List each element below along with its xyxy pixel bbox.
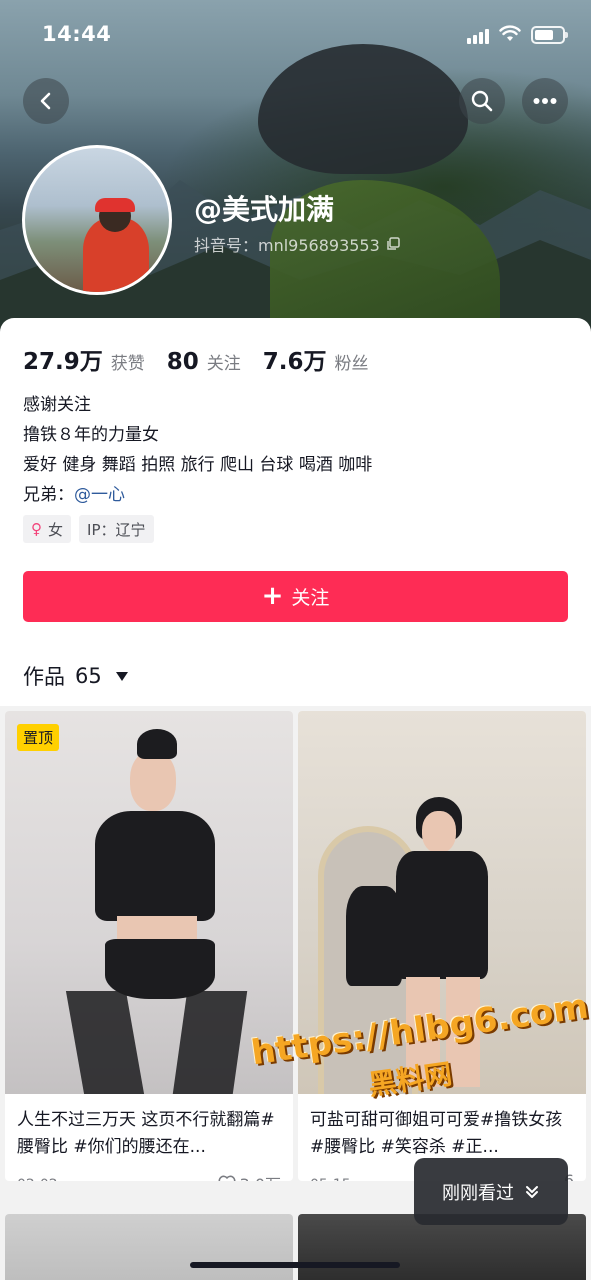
double-chevron-down-icon [526, 1185, 538, 1198]
cellular-signal-icon [467, 28, 491, 44]
battery-icon [531, 26, 568, 44]
pinned-badge: 置顶 [17, 724, 60, 751]
figure-face [422, 811, 456, 853]
video-thumbnail [5, 1214, 293, 1280]
profile-tags: ♀ 女 IP：辽宁 [23, 515, 154, 543]
mention-link[interactable]: @一心 [74, 485, 125, 505]
works-tab-label: 作品 [23, 665, 65, 689]
mirror-figure [346, 886, 402, 986]
follow-button[interactable]: + 关注 [23, 571, 568, 622]
heart-icon [218, 1175, 235, 1181]
wifi-icon [499, 25, 521, 41]
tab-works[interactable]: 作品 65 [23, 661, 128, 691]
avatar-person-cap [95, 198, 135, 212]
back-button[interactable] [23, 78, 69, 124]
stat-likes[interactable]: 27.9万 获赞 [23, 342, 145, 376]
bio-line: 感谢关注 [23, 395, 91, 415]
video-card[interactable] [5, 1214, 293, 1280]
bio: 感谢关注 撸铁８年的力量女 爱好 健身 舞蹈 拍照 旅行 爬山 台球 喝酒 咖啡… [23, 390, 372, 510]
bio-line: 撸铁８年的力量女 [23, 425, 159, 445]
gender-tag: ♀ 女 [23, 515, 72, 543]
figure-shirt [95, 811, 215, 921]
follow-button-label: 关注 [291, 587, 330, 609]
avatar[interactable] [22, 145, 172, 295]
bio-line: 兄弟：@一心 [23, 480, 372, 510]
recently-viewed-label: 刚刚看过 [442, 1182, 514, 1204]
profile-card: 27.9万 获赞 80 关注 7.6万 粉丝 感谢关注 撸铁８年的力量女 爱好 … [0, 318, 591, 706]
figure-shorts [105, 939, 215, 999]
stat-label: 粉丝 [334, 354, 369, 374]
ip-text: IP：辽宁 [87, 520, 146, 539]
home-indicator[interactable] [190, 1262, 400, 1268]
profile-stats: 27.9万 获赞 80 关注 7.6万 粉丝 [23, 342, 369, 376]
copy-icon [387, 237, 400, 250]
more-button[interactable] [522, 78, 568, 124]
stat-value: 7.6万 [262, 349, 327, 375]
stat-value: 27.9万 [23, 349, 103, 375]
video-card[interactable]: 置顶 人生不过三万天 这页不行就翻篇#腰臀比 #你们的腰还在... 02-02 … [5, 711, 293, 1181]
figure-leg-left [65, 991, 145, 1094]
brother-label: 兄弟： [23, 485, 74, 505]
video-likes-count: 3.0万 [240, 1171, 281, 1181]
figure-hair [137, 729, 177, 759]
figure-leg-right [172, 991, 248, 1094]
video-card[interactable]: 可盐可甜可御姐可可爱#撸铁女孩 #腰臀比 #笑容杀 #正... 05-15 6 [298, 711, 586, 1181]
username: @美式加满 [194, 193, 335, 226]
stat-value: 80 [166, 349, 199, 375]
stat-label: 关注 [206, 354, 241, 374]
video-title: 人生不过三万天 这页不行就翻篇#腰臀比 #你们的腰还在... [17, 1110, 275, 1157]
more-dots-icon [533, 98, 557, 104]
stat-following[interactable]: 80 关注 [167, 349, 241, 375]
video-likes: 3.0万 [218, 1171, 281, 1181]
search-icon [471, 90, 493, 112]
works-tab-count: 65 [75, 664, 102, 688]
video-date: 02-02 [17, 1177, 58, 1181]
status-bar: 14:44 [0, 0, 591, 70]
douyin-id-text: 抖音号：mnl956893553 [194, 236, 380, 255]
video-title: 可盐可甜可御姐可可爱#撸铁女孩 #腰臀比 #笑容杀 #正... [310, 1110, 563, 1157]
video-date: 05-15 [310, 1177, 351, 1181]
stat-followers[interactable]: 7.6万 粉丝 [263, 342, 369, 376]
chevron-left-icon [40, 92, 51, 110]
figure-tshirt [396, 851, 488, 979]
stat-label: 获赞 [110, 354, 145, 374]
recently-viewed-button[interactable]: 刚刚看过 [414, 1158, 568, 1225]
gender-text: 女 [48, 520, 64, 539]
female-gender-icon: ♀ [31, 520, 42, 538]
ip-location-tag: IP：辽宁 [79, 515, 154, 543]
status-time: 14:44 [42, 22, 112, 46]
caret-down-icon [115, 671, 128, 681]
search-button[interactable] [459, 78, 505, 124]
bio-line: 爱好 健身 舞蹈 拍照 旅行 爬山 台球 喝酒 咖啡 [23, 455, 373, 475]
douyin-id[interactable]: 抖音号：mnl956893553 [194, 232, 400, 256]
figure-face [130, 751, 176, 811]
plus-icon: + [261, 580, 284, 611]
